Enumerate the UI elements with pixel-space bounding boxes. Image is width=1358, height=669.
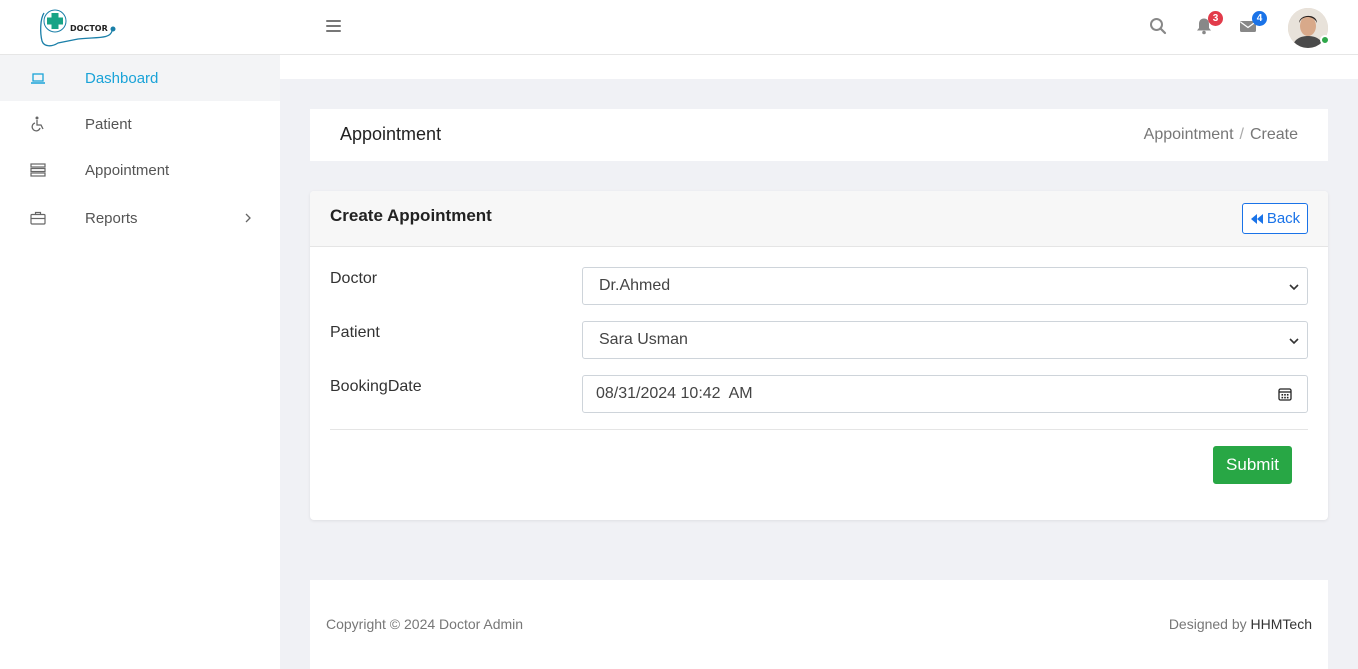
booking-date-form-row: BookingDate 08/31/2024 10:42 AM (330, 375, 1308, 413)
doctor-select[interactable]: Dr.Ahmed (582, 267, 1308, 305)
notifications-badge: 3 (1208, 11, 1223, 26)
copyright-text: Copyright © 2024 Doctor Admin (326, 616, 524, 632)
search-icon (1150, 18, 1167, 35)
server-icon (30, 162, 46, 178)
sidebar-item-dashboard[interactable]: Dashboard (0, 55, 280, 101)
hamburger-line (326, 20, 341, 22)
top-header: DOCTOR 3 4 (0, 0, 1358, 55)
sidebar-item-patient[interactable]: Patient (0, 101, 280, 147)
notifications-button[interactable]: 3 (1195, 11, 1223, 39)
designer-link[interactable]: HHMTech (1251, 616, 1312, 632)
laptop-icon (30, 70, 46, 86)
briefcase-icon (30, 210, 46, 226)
search-button[interactable] (1149, 17, 1171, 39)
patient-form-row: Patient Sara Usman (330, 321, 1308, 359)
sidebar: Dashboard Patient Appointment Reports (0, 55, 280, 669)
content-top-band (280, 55, 1358, 79)
form-divider (330, 429, 1308, 430)
logo-text: DOCTOR (70, 24, 108, 33)
messages-badge: 4 (1252, 11, 1267, 26)
breadcrumb-separator: / (1239, 126, 1244, 143)
calendar-icon[interactable] (1278, 387, 1292, 401)
designed-by: Designed by HHMTech (1169, 616, 1312, 632)
doctor-form-row: Doctor Dr.Ahmed (330, 267, 1308, 305)
booking-date-input[interactable]: 08/31/2024 10:42 AM (582, 375, 1308, 413)
footer: Copyright © 2024 Doctor Admin Designed b… (310, 580, 1328, 669)
patient-select[interactable]: Sara Usman (582, 321, 1308, 359)
create-appointment-card: Create Appointment Back Doctor Dr.Ahmed … (310, 191, 1328, 520)
patient-select-value: Sara Usman (599, 331, 688, 348)
back-button-label: Back (1266, 210, 1301, 227)
sidebar-item-label: Dashboard (85, 69, 159, 87)
messages-button[interactable]: 4 (1239, 11, 1267, 39)
page-header: Appointment Appointment / Create (310, 109, 1328, 161)
doctor-select-value: Dr.Ahmed (599, 277, 671, 294)
patient-label: Patient (330, 324, 380, 341)
double-arrow-left-icon (1250, 213, 1263, 224)
doctor-logo[interactable]: DOCTOR (38, 9, 118, 47)
sidebar-item-label: Reports (85, 209, 138, 227)
sidebar-item-reports[interactable]: Reports (0, 193, 280, 243)
breadcrumb: Appointment / Create (1144, 126, 1298, 144)
sidebar-item-label: Appointment (85, 161, 170, 179)
booking-date-label: BookingDate (330, 378, 422, 395)
breadcrumb-item-appointment[interactable]: Appointment (1144, 126, 1234, 144)
back-button[interactable]: Back (1242, 203, 1308, 234)
menu-toggle-button[interactable] (326, 20, 341, 34)
designed-by-label: Designed by (1168, 616, 1247, 632)
hamburger-line (326, 25, 341, 27)
sidebar-item-appointment[interactable]: Appointment (0, 147, 280, 193)
card-header: Create Appointment Back (310, 191, 1328, 247)
card-title: Create Appointment (330, 206, 492, 225)
booking-date-value: 08/31/2024 10:42 AM (596, 385, 753, 402)
chevron-down-icon (1289, 284, 1299, 291)
sidebar-item-label: Patient (85, 115, 132, 133)
breadcrumb-item-current: Create (1249, 126, 1298, 143)
doctor-label: Doctor (330, 270, 378, 287)
online-status-indicator (1320, 35, 1330, 45)
chevron-down-icon (1289, 338, 1299, 345)
chevron-right-icon (245, 213, 251, 223)
wheelchair-icon (30, 116, 46, 132)
page-title: Appointment (340, 124, 442, 144)
submit-button[interactable]: Submit (1213, 446, 1292, 484)
hamburger-line (326, 30, 341, 32)
